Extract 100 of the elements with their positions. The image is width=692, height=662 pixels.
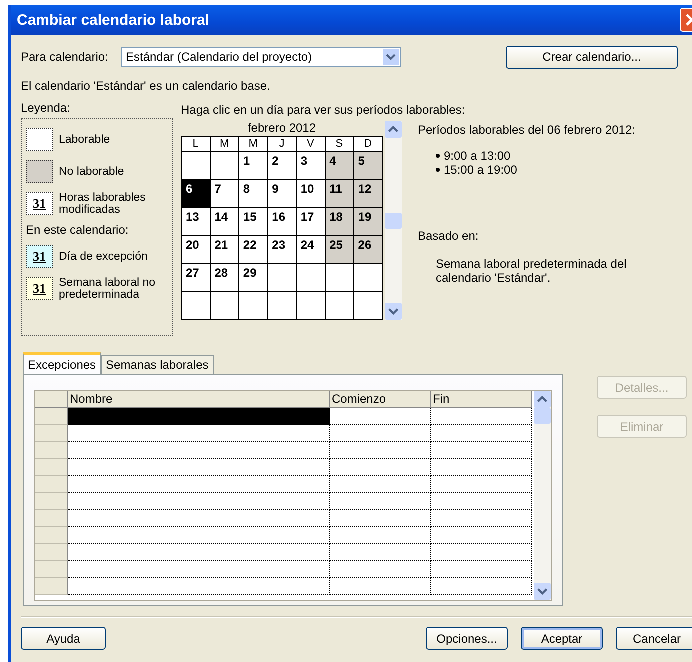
table-cell[interactable]	[330, 510, 431, 527]
row-header[interactable]	[35, 544, 68, 561]
table-cell[interactable]	[431, 561, 532, 578]
table-cell[interactable]	[68, 561, 330, 578]
day-cell[interactable]	[239, 292, 268, 320]
column-header[interactable]: Fin	[431, 391, 532, 408]
dialog-button[interactable]: Ayuda	[21, 627, 106, 650]
table-cell[interactable]	[330, 408, 431, 425]
day-cell[interactable]: 13	[182, 208, 211, 236]
calendar-dropdown[interactable]: Estándar (Calendario del proyecto)	[121, 47, 401, 67]
scrollbar[interactable]	[534, 391, 551, 600]
day-cell[interactable]	[296, 264, 326, 292]
table-cell[interactable]	[431, 459, 532, 476]
table-cell[interactable]	[431, 476, 532, 493]
row-header[interactable]	[35, 510, 68, 527]
row-header[interactable]	[35, 442, 68, 459]
day-cell[interactable]	[326, 292, 354, 320]
day-cell[interactable]: 2	[268, 152, 297, 180]
day-cell[interactable]: 10	[296, 180, 326, 208]
day-cell[interactable]: 19	[354, 208, 383, 236]
table-cell[interactable]	[330, 425, 431, 442]
day-cell[interactable]: 22	[239, 236, 268, 264]
table-cell[interactable]	[68, 442, 330, 459]
day-cell[interactable]: 4	[326, 152, 354, 180]
day-cell[interactable]: 8	[239, 180, 268, 208]
row-header[interactable]	[35, 578, 68, 595]
day-cell[interactable]: 29	[239, 264, 268, 292]
create-calendar-button[interactable]: Crear calendario...	[506, 46, 678, 68]
table-cell[interactable]	[330, 578, 431, 595]
day-cell[interactable]: 5	[354, 152, 383, 180]
day-cell[interactable]	[182, 152, 211, 180]
day-cell[interactable]: 16	[268, 208, 297, 236]
table-cell[interactable]	[68, 408, 330, 425]
table-cell[interactable]	[431, 527, 532, 544]
table-cell[interactable]	[68, 493, 330, 510]
row-header[interactable]	[35, 425, 68, 442]
dialog-button[interactable]: Aceptar	[521, 627, 603, 650]
day-cell[interactable]	[268, 292, 297, 320]
day-cell[interactable]: 21	[210, 236, 240, 264]
day-cell[interactable]: 20	[182, 236, 211, 264]
table-cell[interactable]	[431, 510, 532, 527]
day-cell[interactable]: 18	[326, 208, 354, 236]
table-cell[interactable]	[330, 561, 431, 578]
dialog-button[interactable]: Cancelar	[616, 627, 692, 650]
day-cell[interactable]	[354, 264, 383, 292]
day-cell[interactable]	[268, 264, 297, 292]
table-cell[interactable]	[431, 544, 532, 561]
table-cell[interactable]	[68, 544, 330, 561]
day-cell[interactable]: 17	[296, 208, 326, 236]
day-cell[interactable]: 27	[182, 264, 211, 292]
scroll-up-icon[interactable]	[534, 391, 551, 408]
table-cell[interactable]	[68, 425, 330, 442]
row-header[interactable]	[35, 493, 68, 510]
day-cell[interactable]: 25	[326, 236, 354, 264]
table-cell[interactable]	[431, 425, 532, 442]
table-cell[interactable]	[431, 578, 532, 595]
scroll-thumb[interactable]	[385, 212, 402, 228]
day-cell[interactable]: 14	[210, 208, 240, 236]
table-cell[interactable]	[431, 442, 532, 459]
table-cell[interactable]	[330, 544, 431, 561]
row-header[interactable]	[35, 408, 68, 425]
day-cell[interactable]	[210, 152, 240, 180]
day-cell[interactable]: 23	[268, 236, 297, 264]
table-cell[interactable]	[68, 510, 330, 527]
table-cell[interactable]	[330, 476, 431, 493]
tab[interactable]: Excepciones	[23, 352, 102, 374]
table-cell[interactable]	[68, 459, 330, 476]
row-header[interactable]	[35, 459, 68, 476]
row-header[interactable]	[35, 476, 68, 493]
day-cell[interactable]	[296, 292, 326, 320]
day-cell[interactable]: 7	[210, 180, 240, 208]
table-cell[interactable]	[330, 442, 431, 459]
day-cell[interactable]: 28	[210, 264, 240, 292]
day-cell[interactable]: 6	[182, 180, 211, 208]
scrollbar[interactable]	[385, 121, 402, 320]
dialog-button[interactable]: Opciones...	[426, 627, 508, 650]
day-cell[interactable]: 3	[296, 152, 326, 180]
tab[interactable]: Semanas laborales	[101, 355, 214, 374]
table-cell[interactable]	[431, 408, 532, 425]
day-cell[interactable]	[354, 292, 383, 320]
day-cell[interactable]: 12	[354, 180, 383, 208]
table-cell[interactable]	[330, 527, 431, 544]
row-header[interactable]	[35, 561, 68, 578]
day-cell[interactable]	[326, 264, 354, 292]
table-cell[interactable]	[68, 476, 330, 493]
day-cell[interactable]: 24	[296, 236, 326, 264]
day-cell[interactable]: 9	[268, 180, 297, 208]
column-header[interactable]: Nombre	[68, 391, 330, 408]
table-cell[interactable]	[68, 578, 330, 595]
day-cell[interactable]: 1	[239, 152, 268, 180]
day-cell[interactable]	[182, 292, 211, 320]
day-cell[interactable]	[210, 292, 240, 320]
table-cell[interactable]	[330, 493, 431, 510]
scroll-thumb[interactable]	[534, 408, 551, 424]
column-header[interactable]: Comienzo	[330, 391, 431, 408]
scroll-down-icon[interactable]	[534, 583, 551, 600]
scroll-down-icon[interactable]	[385, 303, 402, 320]
day-cell[interactable]: 15	[239, 208, 268, 236]
day-cell[interactable]: 26	[354, 236, 383, 264]
scroll-up-icon[interactable]	[385, 121, 402, 138]
